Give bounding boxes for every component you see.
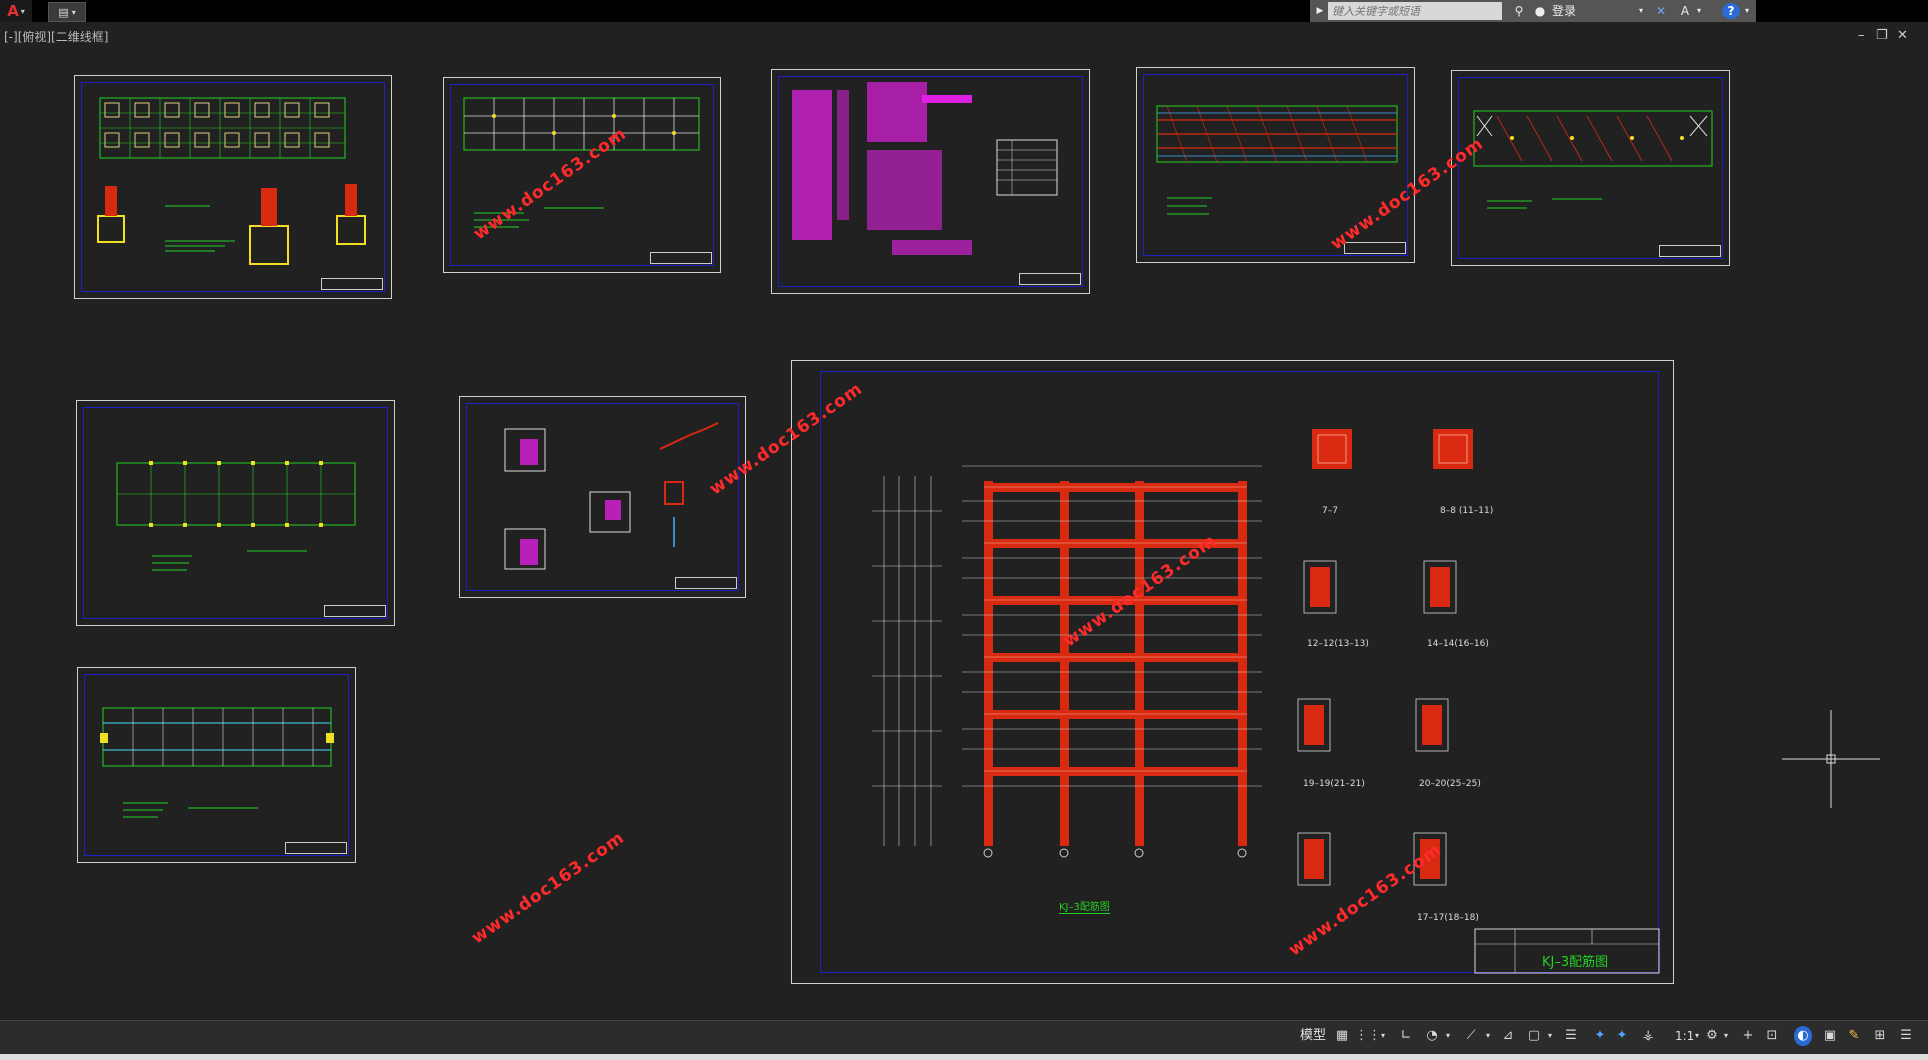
- graphics-performance-icon[interactable]: ▣: [1822, 1026, 1838, 1046]
- chevron-down-icon[interactable]: ▾: [1693, 1026, 1701, 1046]
- isometric-icon[interactable]: ⊿: [1500, 1026, 1516, 1046]
- title-block: [321, 278, 383, 290]
- ortho-icon[interactable]: ∟: [1398, 1026, 1414, 1046]
- auto-scale-icon[interactable]: ✦: [1614, 1026, 1630, 1046]
- title-block: [1659, 245, 1721, 257]
- kj3-frame-graphic: [872, 429, 1660, 974]
- section-label-3: 12–12(13–13): [1307, 639, 1369, 649]
- close-button[interactable]: ✕: [1897, 28, 1908, 43]
- section-label-5: 19–19(21–21): [1303, 779, 1365, 789]
- exchange-icon[interactable]: ✕: [1652, 3, 1670, 19]
- title-block: [675, 577, 737, 589]
- chevron-down-icon[interactable]: ▾: [1444, 1026, 1452, 1046]
- section-label-1: 7–7: [1322, 506, 1338, 516]
- model-space-button[interactable]: 模型: [1300, 1025, 1330, 1047]
- isolate-objects-icon[interactable]: ◐: [1794, 1026, 1812, 1046]
- fullscreen-icon[interactable]: ⊞: [1872, 1026, 1888, 1046]
- annotation-scale[interactable]: 1:1: [1675, 1026, 1694, 1046]
- foundation-plan-graphic: [97, 97, 366, 265]
- slab-plan-graphic: [1473, 110, 1713, 209]
- quick-access-button[interactable]: ▤ ▾: [48, 2, 86, 22]
- status-bar: [0, 1020, 1928, 1055]
- chevron-down-icon: ▾: [71, 7, 76, 17]
- drawing-sheet-design-notes[interactable]: [771, 69, 1090, 294]
- search-input[interactable]: [1328, 2, 1502, 20]
- osnap-icon[interactable]: ⟋: [1463, 1026, 1479, 1046]
- section-label-4: 14–14(16–16): [1427, 639, 1489, 649]
- section-label-2: 8–8 (11–11): [1440, 506, 1494, 516]
- drawing-sheet-stair-details[interactable]: [459, 396, 746, 598]
- title-block-name: KJ–3配筋图: [1542, 955, 1609, 970]
- drawing-sheet-beam-plan-1[interactable]: [443, 77, 721, 273]
- chevron-down-icon[interactable]: ▾: [1484, 1026, 1492, 1046]
- customization-menu-icon[interactable]: ☰: [1898, 1026, 1914, 1046]
- binoculars-icon[interactable]: ⚲: [1510, 3, 1528, 19]
- chevron-down-icon[interactable]: ▾: [1636, 3, 1646, 19]
- restore-button[interactable]: ❐: [1876, 28, 1888, 43]
- clean-screen-icon[interactable]: ✎: [1846, 1026, 1862, 1046]
- annotation-visibility-icon[interactable]: ✦: [1592, 1026, 1608, 1046]
- title-block: [1019, 273, 1081, 285]
- roof-beam-plan-graphic: [100, 707, 334, 818]
- section-label-7: 17–17(18–18): [1417, 913, 1479, 923]
- add-icon[interactable]: +: [1740, 1026, 1756, 1046]
- lineweight-icon[interactable]: ☰: [1563, 1026, 1579, 1046]
- viewport-label[interactable]: [-][俯视][二维线框]: [4, 28, 108, 45]
- title-block: [650, 252, 712, 264]
- workspace-gear-icon[interactable]: ⚙: [1704, 1026, 1720, 1046]
- chevron-down-icon[interactable]: ▾: [1722, 1026, 1730, 1046]
- chevron-down-icon[interactable]: ▾: [1742, 3, 1752, 19]
- app-menu-button[interactable]: A ▾: [0, 0, 32, 22]
- login-button[interactable]: 登录: [1552, 0, 1576, 22]
- drawing-sheet-foundation-plan[interactable]: [74, 75, 392, 299]
- autodesk-a360-icon[interactable]: A: [1676, 3, 1694, 19]
- help-icon[interactable]: ?: [1722, 3, 1740, 19]
- drawing-title: KJ–3配筋图: [1059, 898, 1110, 914]
- title-block: [324, 605, 386, 617]
- drawing-sheet-beam-plan-2[interactable]: [1136, 67, 1415, 263]
- polar-tracking-icon[interactable]: ◔: [1424, 1026, 1440, 1046]
- expand-arrow-icon[interactable]: ▶: [1314, 3, 1326, 19]
- chevron-down-icon[interactable]: ▾: [1546, 1026, 1554, 1046]
- chevron-down-icon[interactable]: ▾: [1379, 1026, 1387, 1046]
- document-icon: ▤: [58, 5, 69, 19]
- title-block: [285, 842, 347, 854]
- chevron-down-icon[interactable]: ▾: [1694, 3, 1704, 19]
- design-notes-graphic: [792, 82, 1058, 255]
- annotation-scale-icon[interactable]: ⚶: [1640, 1026, 1656, 1046]
- autocad-logo-icon: A: [7, 2, 19, 20]
- snap-icon[interactable]: ⋮⋮: [1355, 1026, 1381, 1046]
- drawing-sheet-column-plan[interactable]: [76, 400, 395, 626]
- drawing-sheet-roof-beam-plan[interactable]: [77, 667, 356, 863]
- bottom-edge: [0, 1054, 1928, 1060]
- column-plan-graphic: [116, 461, 356, 571]
- chevron-down-icon: ▾: [20, 6, 25, 16]
- beam-plan-graphic: [463, 97, 700, 228]
- drawing-sheet-slab-plan[interactable]: [1451, 70, 1730, 266]
- stair-details-graphic: [504, 422, 719, 570]
- beam-plan-graphic: [1156, 105, 1398, 215]
- minimize-button[interactable]: –: [1858, 28, 1865, 43]
- selection-cycling-icon[interactable]: ▢: [1526, 1026, 1542, 1046]
- user-icon[interactable]: ●: [1533, 3, 1547, 19]
- crosshair-cursor-icon: [1782, 710, 1880, 808]
- watermark: www.doc163.com: [468, 827, 629, 949]
- grid-icon[interactable]: ▦: [1334, 1026, 1350, 1046]
- section-label-6: 20–20(25–25): [1419, 779, 1481, 789]
- hardware-acceleration-icon[interactable]: ⊡: [1764, 1026, 1780, 1046]
- drawing-sheet-kj3-frame[interactable]: KJ–3配筋图 KJ–3配筋图 7–7 8–8 (11–11) 12–12(13…: [791, 360, 1674, 984]
